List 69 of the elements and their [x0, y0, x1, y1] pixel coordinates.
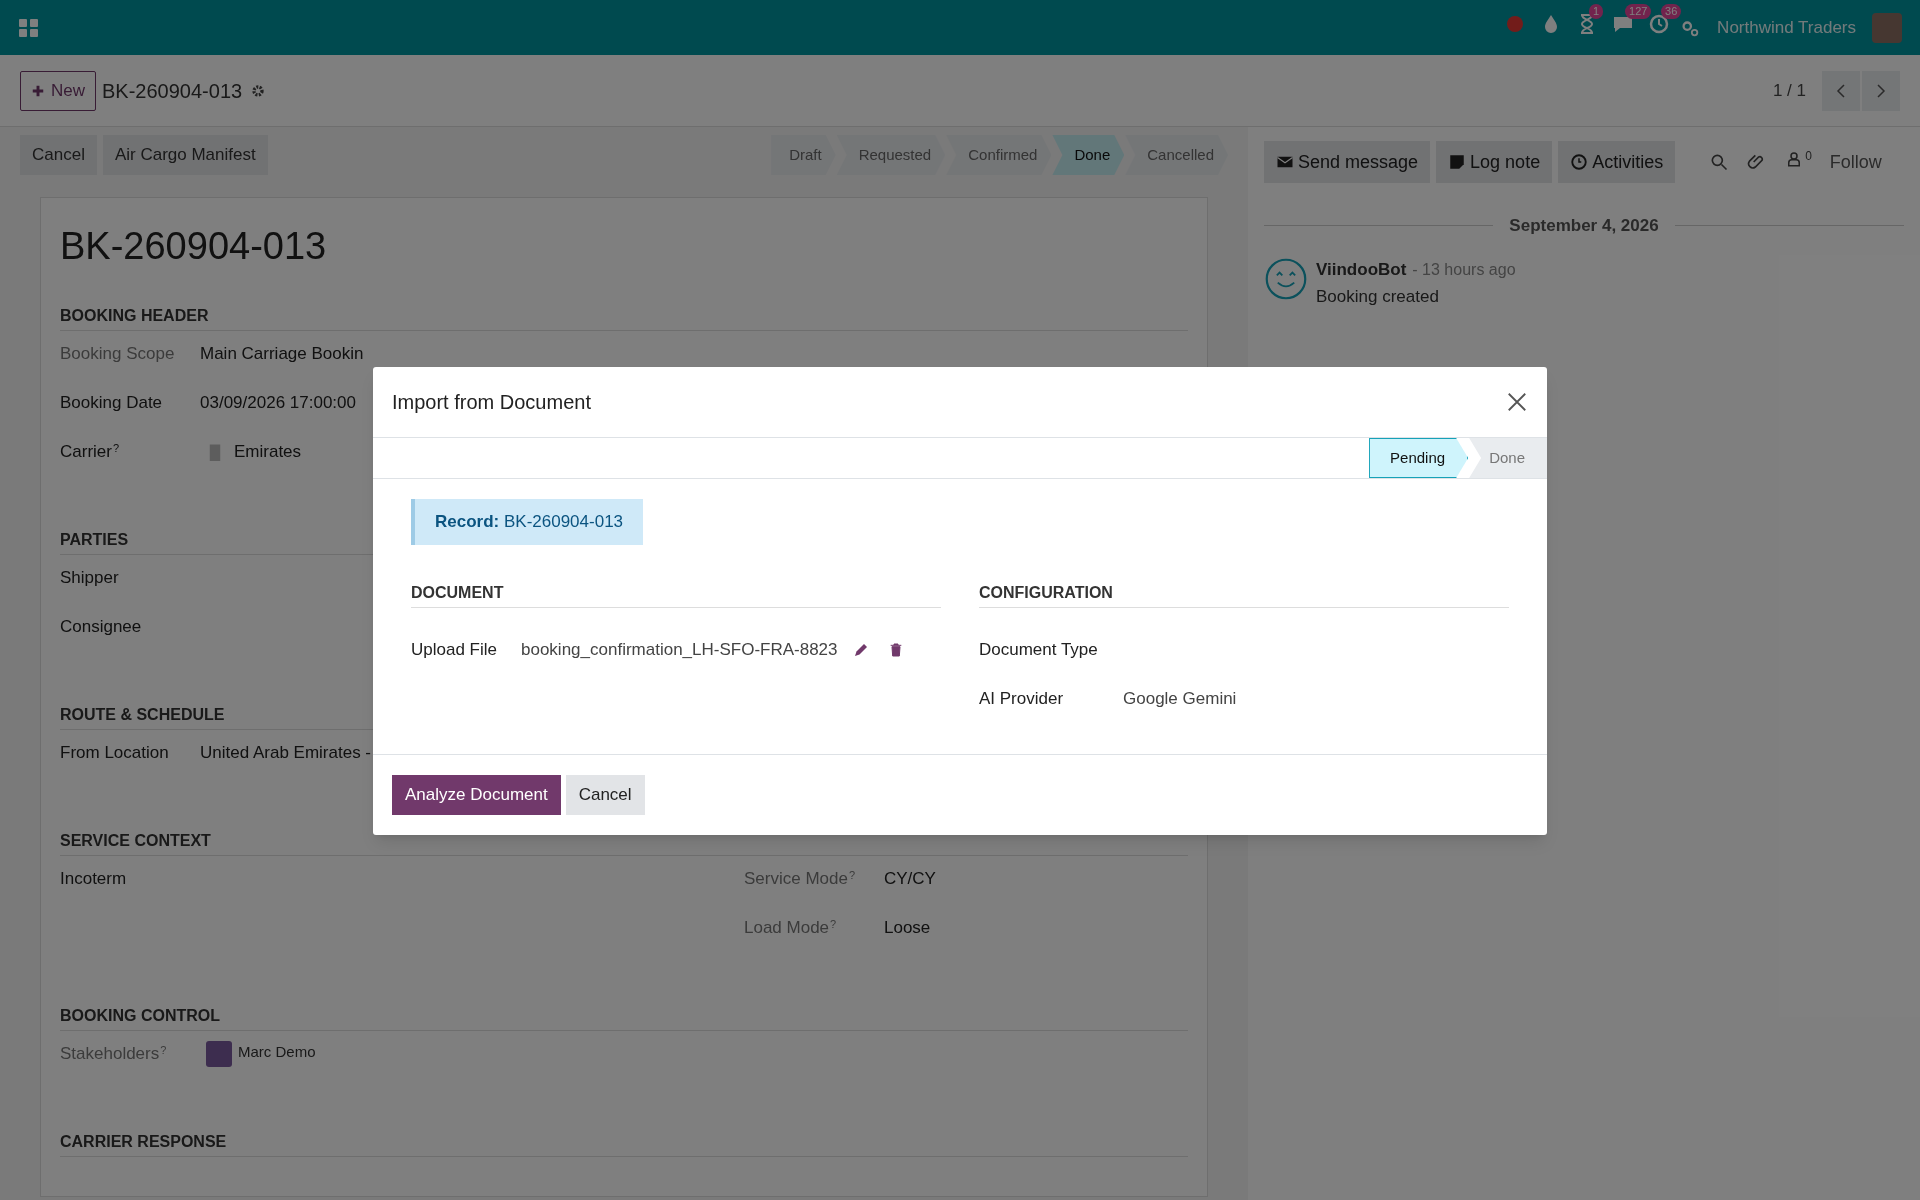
dialog-title: Import from Document: [392, 390, 592, 415]
status-stage[interactable]: Pending: [1369, 438, 1469, 478]
close-button[interactable]: [1506, 391, 1528, 413]
field-value: United Arab Emirates -: [200, 742, 371, 764]
status-stage[interactable]: Cancelled: [1125, 135, 1228, 175]
section-heading: CONFIGURATION: [979, 580, 1509, 608]
note-icon: [1448, 153, 1467, 171]
author-name: ViindooBot: [1316, 258, 1407, 281]
field-label: Carrier$^{?}$: [60, 440, 121, 463]
status-stage[interactable]: Done: [1052, 135, 1125, 175]
avatar-placeholder: [206, 1041, 232, 1067]
cancel-button[interactable]: Cancel: [565, 774, 645, 815]
count-badge: 127: [1625, 4, 1652, 19]
field-label: Service Mode$^{?}$: [744, 867, 857, 890]
field-label: Consignee: [60, 616, 143, 638]
settings-button[interactable]: [250, 82, 267, 99]
field-label: Upload File: [411, 639, 498, 662]
date-separator: September 4, 2026: [1509, 215, 1659, 237]
search-icon: [1709, 152, 1730, 172]
search-button[interactable]: [1709, 152, 1730, 172]
count-badge: 1: [1589, 4, 1604, 19]
field-label: Booking Date: [60, 392, 164, 414]
chatter-button[interactable]: Log note: [1436, 141, 1553, 183]
smiley-face-icon: [1264, 256, 1308, 301]
status-stage[interactable]: Draft: [771, 135, 836, 175]
field-value: Loose: [884, 917, 931, 939]
action-button[interactable]: Cancel: [20, 135, 97, 175]
new-button[interactable]: New: [20, 70, 96, 111]
previous-button[interactable]: [1822, 70, 1860, 111]
clock-icon: [1570, 153, 1589, 171]
record-title: BK-260904-013: [60, 224, 328, 269]
record-title: BK-260904-013: [102, 78, 243, 104]
record-alert: Record: BK-260904-013: [411, 499, 644, 545]
status-stage[interactable]: Confirmed: [946, 135, 1052, 175]
field-label: Stakeholders$^{?}$: [60, 1042, 168, 1065]
section-heading: CARRIER RESPONSE: [60, 1130, 1188, 1157]
close-icon: [1506, 391, 1528, 413]
field-value: Emirates: [234, 441, 302, 463]
message-time: - 13 hours ago: [1412, 259, 1516, 280]
field-label: Incoterm: [60, 868, 128, 890]
analyze-button[interactable]: Analyze Document: [392, 774, 561, 815]
pager-value[interactable]: 1 / 1: [1772, 77, 1806, 104]
user-name: Marc Demo: [238, 1042, 316, 1062]
status-stage[interactable]: Done: [1469, 438, 1547, 478]
follow-button[interactable]: Follow: [1829, 148, 1882, 176]
field-value: CY/CY: [884, 868, 936, 890]
count-badge: 36: [1661, 4, 1682, 19]
section-heading: BOOKING CONTROL: [60, 1004, 1188, 1031]
action-button[interactable]: Air Cargo Manifest: [102, 135, 268, 175]
section-heading: BOOKING HEADER: [60, 304, 1188, 331]
gear-icon: [250, 82, 267, 99]
company-name[interactable]: Northwind Traders: [1717, 14, 1856, 41]
next-button[interactable]: [1862, 70, 1900, 111]
chatter-button[interactable]: Activities: [1558, 141, 1676, 183]
followers-button[interactable]: 0: [1785, 149, 1812, 175]
field-label: Booking Scope: [60, 343, 176, 365]
field-value: 03/09/2026 17:00:00: [200, 392, 356, 414]
field-value: Main Carriage Bookin: [200, 343, 364, 365]
chatter-button[interactable]: Send message: [1264, 141, 1431, 183]
message-body: Booking created: [1316, 286, 1440, 308]
apps-menu-icon[interactable]: [18, 16, 40, 39]
field-value: booking_confirmation_LH-SFO-FRA-8823: [521, 639, 838, 662]
plus-icon: [31, 83, 45, 98]
field-label: Load Mode$^{?}$: [744, 916, 838, 939]
field-label: From Location: [60, 742, 170, 764]
section-heading: DOCUMENT: [411, 580, 941, 608]
field-label: Document Type: [979, 639, 1099, 662]
status-stage[interactable]: Requested: [836, 135, 946, 175]
field-label: Shipper: [60, 567, 120, 589]
